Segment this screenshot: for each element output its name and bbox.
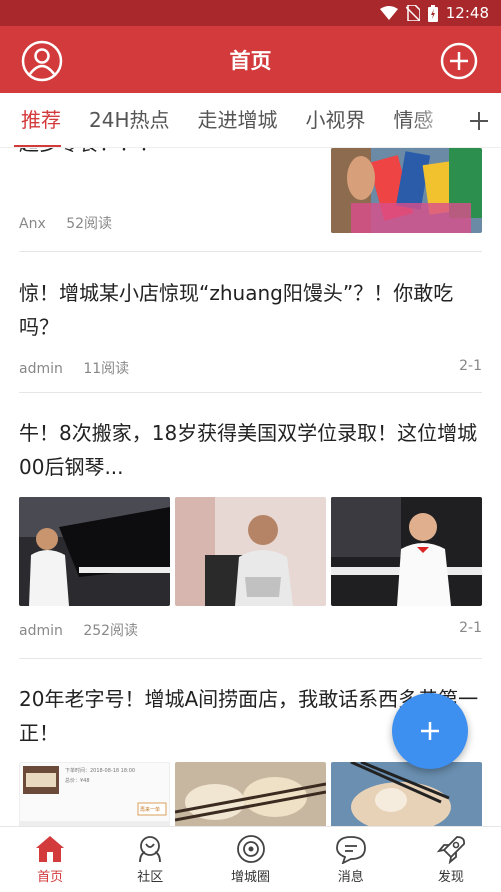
article-meta: admin 11阅读 2-1	[19, 358, 482, 378]
receipt-order-time: 下单时间：2018-08-18 18:00	[65, 768, 136, 774]
article-author: admin	[19, 361, 63, 377]
user-icon	[21, 40, 63, 82]
article-card[interactable]: 惊！增城某小店惊现“zhuang阳馒头”？！你敢吃吗？ admin 11阅读 2…	[19, 276, 482, 386]
article-author: admin	[19, 623, 63, 639]
wifi-icon	[379, 6, 398, 20]
nav-community-label: 社区	[137, 870, 164, 885]
no-sim-icon	[405, 5, 420, 21]
profile-button[interactable]	[21, 40, 63, 82]
article-title: 牛！8次搬家，18岁获得美国双学位录取！这位增城00后钢琴...	[19, 421, 478, 479]
article-reads: 252阅读	[83, 623, 139, 639]
status-time: 12:48	[445, 4, 489, 22]
app-bar: 首页	[0, 26, 501, 93]
add-tab-button[interactable]	[457, 93, 501, 147]
article-meta: admin 252阅读 2-1	[19, 620, 482, 640]
bottom-navigation: 首页 社区 增城圈 消息 发现	[0, 826, 501, 892]
tab-zengcheng[interactable]: 走进增城	[184, 93, 292, 147]
plus-icon	[421, 722, 439, 740]
nav-messages-label: 消息	[337, 870, 364, 885]
rocket-icon	[436, 836, 465, 864]
article-image-dumplings-1	[175, 762, 326, 826]
article-image-portrait	[175, 497, 326, 606]
tab-24h-hot[interactable]: 24H热点	[75, 93, 184, 147]
article-date: 2-1	[459, 620, 482, 636]
nav-home[interactable]: 首页	[0, 827, 100, 892]
nav-discover[interactable]: 发现	[401, 827, 501, 892]
battery-icon	[427, 4, 438, 22]
tab-small-vision[interactable]: 小视界	[292, 93, 380, 147]
category-tabs: 推荐 24H热点 走进增城 小视界 情感	[0, 93, 501, 148]
article-divider	[19, 658, 482, 659]
article-image-dumplings-2	[331, 762, 482, 826]
nav-circle[interactable]: 增城圈	[200, 827, 300, 892]
nav-community[interactable]: 社区	[100, 827, 200, 892]
receipt-total: 总价：¥48	[65, 778, 90, 784]
article-meta: Anx 52阅读	[19, 213, 319, 233]
article-image-piano-2	[331, 497, 482, 606]
article-reads: 52阅读	[66, 216, 113, 232]
article-image-piano-1	[19, 497, 170, 606]
status-bar: 12:48	[0, 0, 501, 26]
add-post-button[interactable]	[438, 40, 480, 82]
create-post-fab[interactable]	[392, 693, 468, 769]
community-icon	[139, 836, 162, 863]
tab-recommend[interactable]: 推荐	[0, 93, 75, 147]
article-thumbnail	[331, 148, 482, 233]
article-divider	[19, 392, 482, 393]
article-title: 惊！增城某小店惊现“zhuang阳馒头”？！你敢吃吗？	[19, 281, 454, 339]
article-reads: 11阅读	[83, 361, 130, 377]
tabs-fade	[409, 93, 459, 147]
page-title: 首页	[229, 48, 272, 73]
message-icon	[335, 836, 366, 864]
nav-messages[interactable]: 消息	[301, 827, 401, 892]
receipt-reorder: 再来一单	[140, 807, 161, 813]
article-author: Anx	[19, 216, 46, 232]
article-image-receipt: 下单时间：2018-08-18 18:00 总价：¥48 再来一单	[19, 762, 170, 826]
nav-discover-label: 发现	[437, 870, 464, 885]
circle-icon	[236, 835, 265, 863]
plus-icon	[470, 111, 488, 130]
plus-circle-icon	[440, 42, 478, 80]
article-title: 超多零食！！！	[19, 148, 309, 160]
article-divider	[19, 251, 482, 252]
article-date: 2-1	[459, 358, 482, 374]
nav-circle-label: 增城圈	[231, 870, 271, 885]
home-icon	[36, 836, 65, 862]
nav-home-label: 首页	[37, 870, 64, 885]
